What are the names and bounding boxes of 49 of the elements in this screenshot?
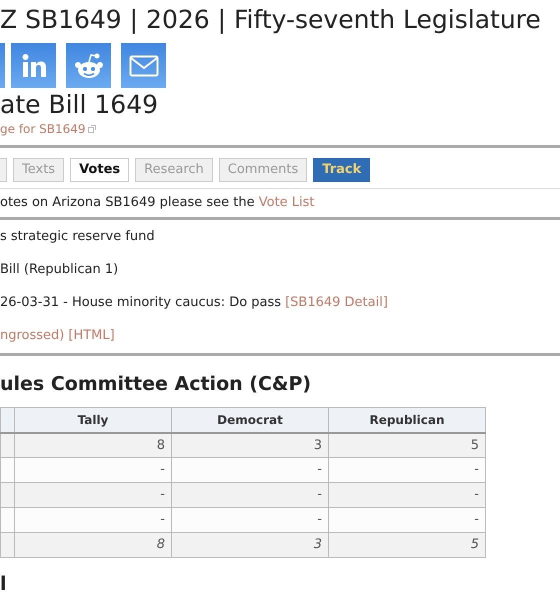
detail-link[interactable]: ngrossed) [0, 327, 64, 345]
table-cell: 3 [172, 432, 328, 458]
table-cell: - [328, 508, 486, 532]
table-cell: - [172, 458, 328, 482]
email-share-button[interactable] [121, 43, 166, 88]
vote-list-link[interactable]: Vote List [258, 195, 315, 210]
detail-text: 26-03-31 - House minority caucus: Do pass [0, 294, 282, 312]
table-cell [0, 432, 14, 458]
track-button[interactable]: Track [313, 158, 370, 182]
table-cell: - [14, 508, 172, 532]
detail-link[interactable]: [HTML] [68, 327, 115, 345]
external-link-icon [88, 125, 96, 133]
column-header: Tally [14, 408, 172, 432]
share-button[interactable] [66, 43, 111, 88]
detail-text: Bill (Republican 1) [0, 261, 118, 279]
tab[interactable]: Comments [218, 158, 308, 182]
envelope-icon [128, 54, 158, 76]
table-cell: - [172, 482, 328, 508]
section-heading: l [0, 572, 8, 596]
table-cell: - [14, 482, 172, 508]
source-link[interactable]: ge for SB1649 [0, 120, 86, 138]
table-cell: - [328, 482, 486, 508]
table-cell [0, 482, 14, 508]
table-cell: 8 [14, 532, 172, 558]
table-cell: 5 [328, 532, 486, 558]
vote-note: otes on Arizona SB1649 please see the Vote List [0, 194, 316, 212]
detail-link[interactable]: [SB1649 Detail] [285, 294, 388, 312]
tab[interactable]: Research [135, 158, 213, 182]
bill-title: ate Bill 1649 [0, 90, 160, 120]
table-cell [0, 508, 14, 532]
table-cell [0, 532, 14, 558]
tab[interactable]: Votes [70, 158, 130, 182]
table-cell: 3 [172, 532, 328, 558]
table-cell: 5 [328, 432, 486, 458]
section-heading: ules Committee Action (C&P) [0, 372, 312, 396]
table-cell: - [328, 458, 486, 482]
table-header [0, 408, 14, 432]
table-cell: - [172, 508, 328, 532]
table-cell: 8 [14, 432, 172, 458]
page-title: Z SB1649 | 2026 | Fifty-seventh Legislature [0, 4, 542, 36]
table-cell [0, 458, 14, 482]
alien-face-icon [74, 52, 104, 80]
detail-text: s strategic reserve fund [0, 228, 155, 246]
share-button[interactable] [11, 43, 56, 88]
tab[interactable]: Texts [13, 158, 64, 182]
column-header: Democrat [172, 408, 328, 432]
linkedin-icon [20, 52, 48, 80]
table-cell: - [14, 458, 172, 482]
column-header: Republican [328, 408, 486, 432]
